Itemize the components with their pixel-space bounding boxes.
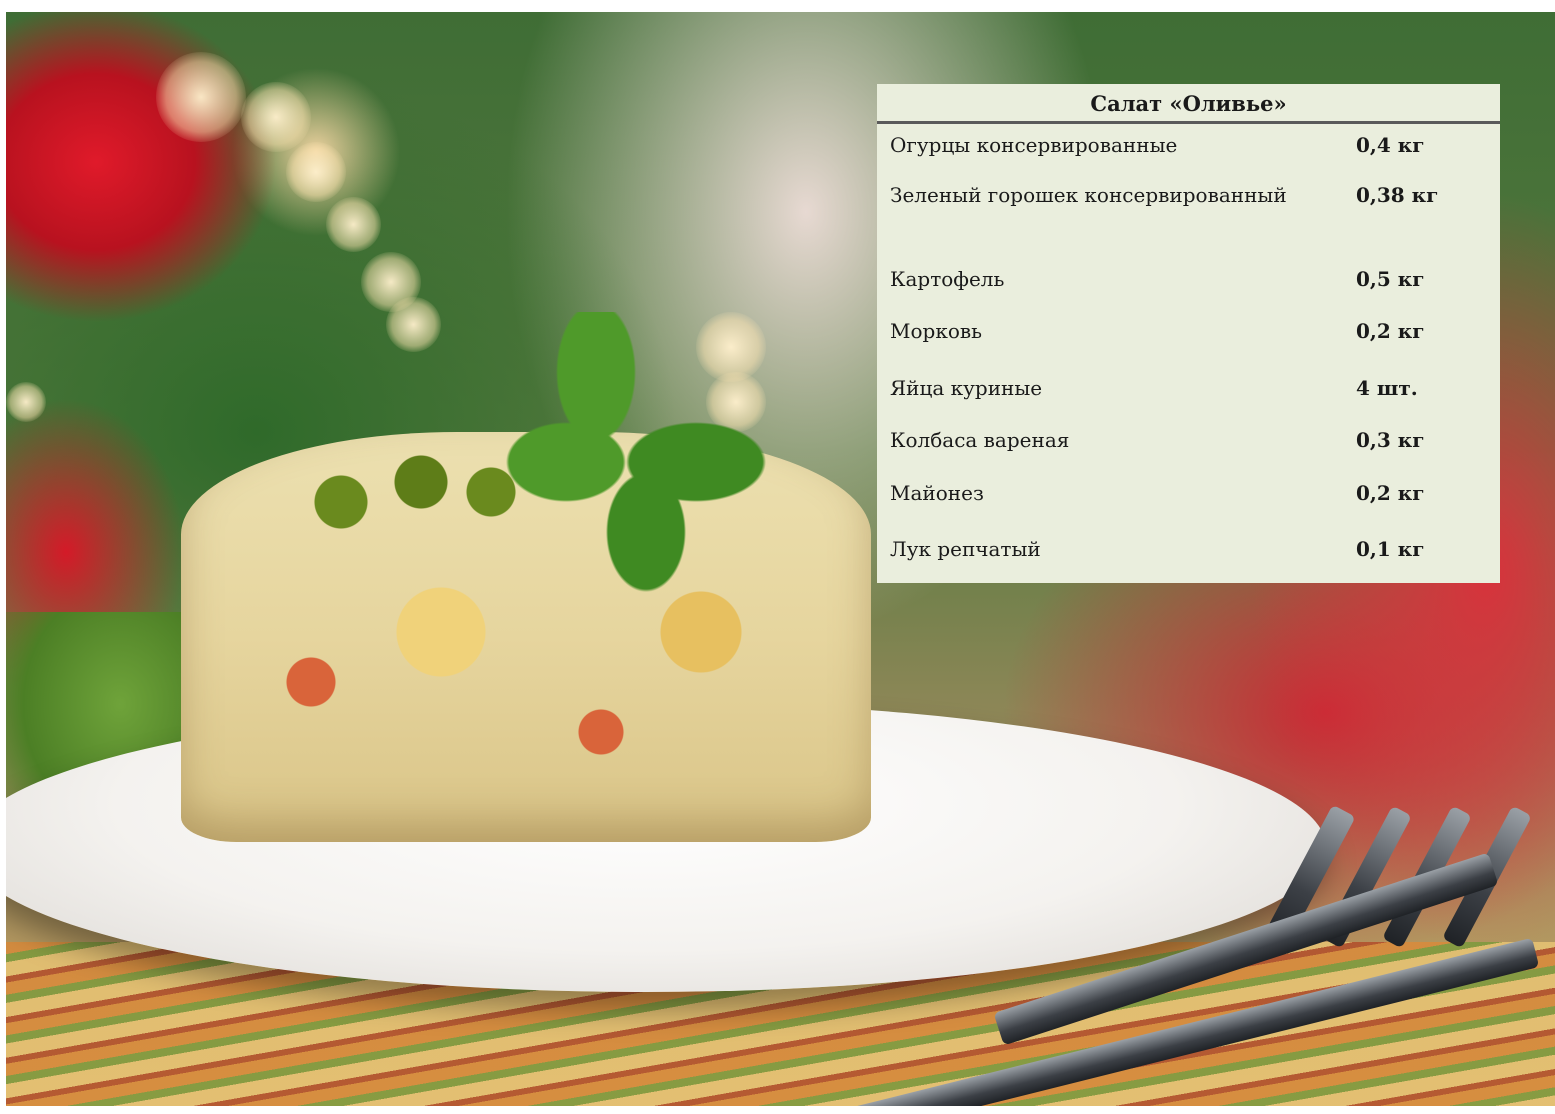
ingredient-row: Морковь 0,2 кг: [877, 316, 1500, 346]
ingredient-name: Картофель: [890, 267, 1005, 291]
parsley-garnish: [506, 312, 766, 612]
ingredient-qty: 0,5 кг: [1356, 267, 1425, 291]
ingredient-name: Зеленый горошек консервированный: [890, 183, 1287, 207]
ingredient-row: Зеленый горошек консервированный 0,38 кг: [877, 180, 1500, 210]
ingredient-row: Картофель 0,5 кг: [877, 264, 1500, 294]
bokeh-light: [386, 297, 441, 352]
bokeh-light: [286, 142, 346, 202]
ingredient-qty: 0,38 кг: [1356, 183, 1439, 207]
ingredient-name: Морковь: [890, 319, 983, 343]
ingredient-name: Колбаса вареная: [890, 428, 1070, 452]
ingredient-name: Огурцы консервированные: [890, 133, 1178, 157]
ingredient-row: Колбаса вареная 0,3 кг: [877, 425, 1500, 455]
ingredient-qty: 0,4 кг: [1356, 133, 1425, 157]
bokeh-light: [156, 52, 246, 142]
ingredient-qty: 4 шт.: [1356, 376, 1418, 400]
ingredient-name: Яйца куриные: [890, 376, 1043, 400]
ingredient-qty: 0,1 кг: [1356, 537, 1425, 561]
recipe-title: Салат «Оливье»: [877, 84, 1500, 124]
ingredient-row: Лук репчатый 0,1 кг: [877, 534, 1500, 564]
bokeh-light: [326, 197, 381, 252]
ingredient-row: Огурцы консервированные 0,4 кг: [877, 130, 1500, 160]
ingredient-row: Майонез 0,2 кг: [877, 478, 1500, 508]
ingredient-row: Яйца куриные 4 шт.: [877, 373, 1500, 403]
ingredient-name: Лук репчатый: [890, 537, 1041, 561]
recipe-card: Салат «Оливье» Огурцы консервированные 0…: [877, 84, 1500, 583]
ingredient-qty: 0,3 кг: [1356, 428, 1425, 452]
ingredient-name: Майонез: [890, 481, 984, 505]
bokeh-light: [6, 382, 46, 422]
ingredient-qty: 0,2 кг: [1356, 319, 1425, 343]
bokeh-light: [241, 82, 311, 152]
ingredient-qty: 0,2 кг: [1356, 481, 1425, 505]
